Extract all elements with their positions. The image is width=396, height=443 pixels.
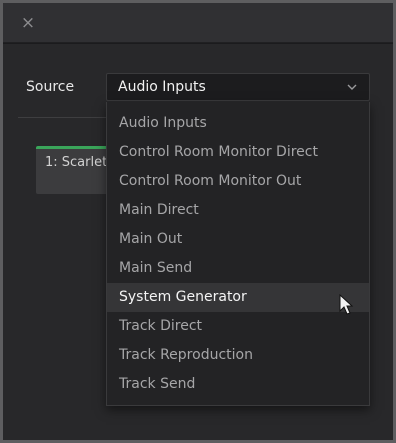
menu-item-control-room-monitor-direct[interactable]: Control Room Monitor Direct <box>107 138 369 167</box>
source-dropdown[interactable]: Audio Inputs <box>106 73 370 101</box>
close-icon[interactable]: × <box>17 12 39 34</box>
track-label: 1: Scarlett <box>45 155 113 170</box>
track-card[interactable]: 1: Scarlett <box>36 146 116 194</box>
source-label: Source <box>26 79 75 95</box>
menu-item-track-direct[interactable]: Track Direct <box>107 312 369 341</box>
divider <box>18 117 108 118</box>
title-bar: × <box>3 3 393 43</box>
menu-item-main-direct[interactable]: Main Direct <box>107 196 369 225</box>
menu-item-audio-inputs[interactable]: Audio Inputs <box>107 109 369 138</box>
menu-item-track-send[interactable]: Track Send <box>107 370 369 399</box>
menu-item-control-room-monitor-out[interactable]: Control Room Monitor Out <box>107 167 369 196</box>
menu-item-main-send[interactable]: Main Send <box>107 254 369 283</box>
menu-item-system-generator[interactable]: System Generator <box>107 283 369 312</box>
menu-item-main-out[interactable]: Main Out <box>107 225 369 254</box>
menu-item-track-reproduction[interactable]: Track Reproduction <box>107 341 369 370</box>
source-selected-value: Audio Inputs <box>118 79 206 95</box>
source-dropdown-menu: Audio Inputs Control Room Monitor Direct… <box>106 102 370 406</box>
chevron-down-icon <box>347 84 357 90</box>
